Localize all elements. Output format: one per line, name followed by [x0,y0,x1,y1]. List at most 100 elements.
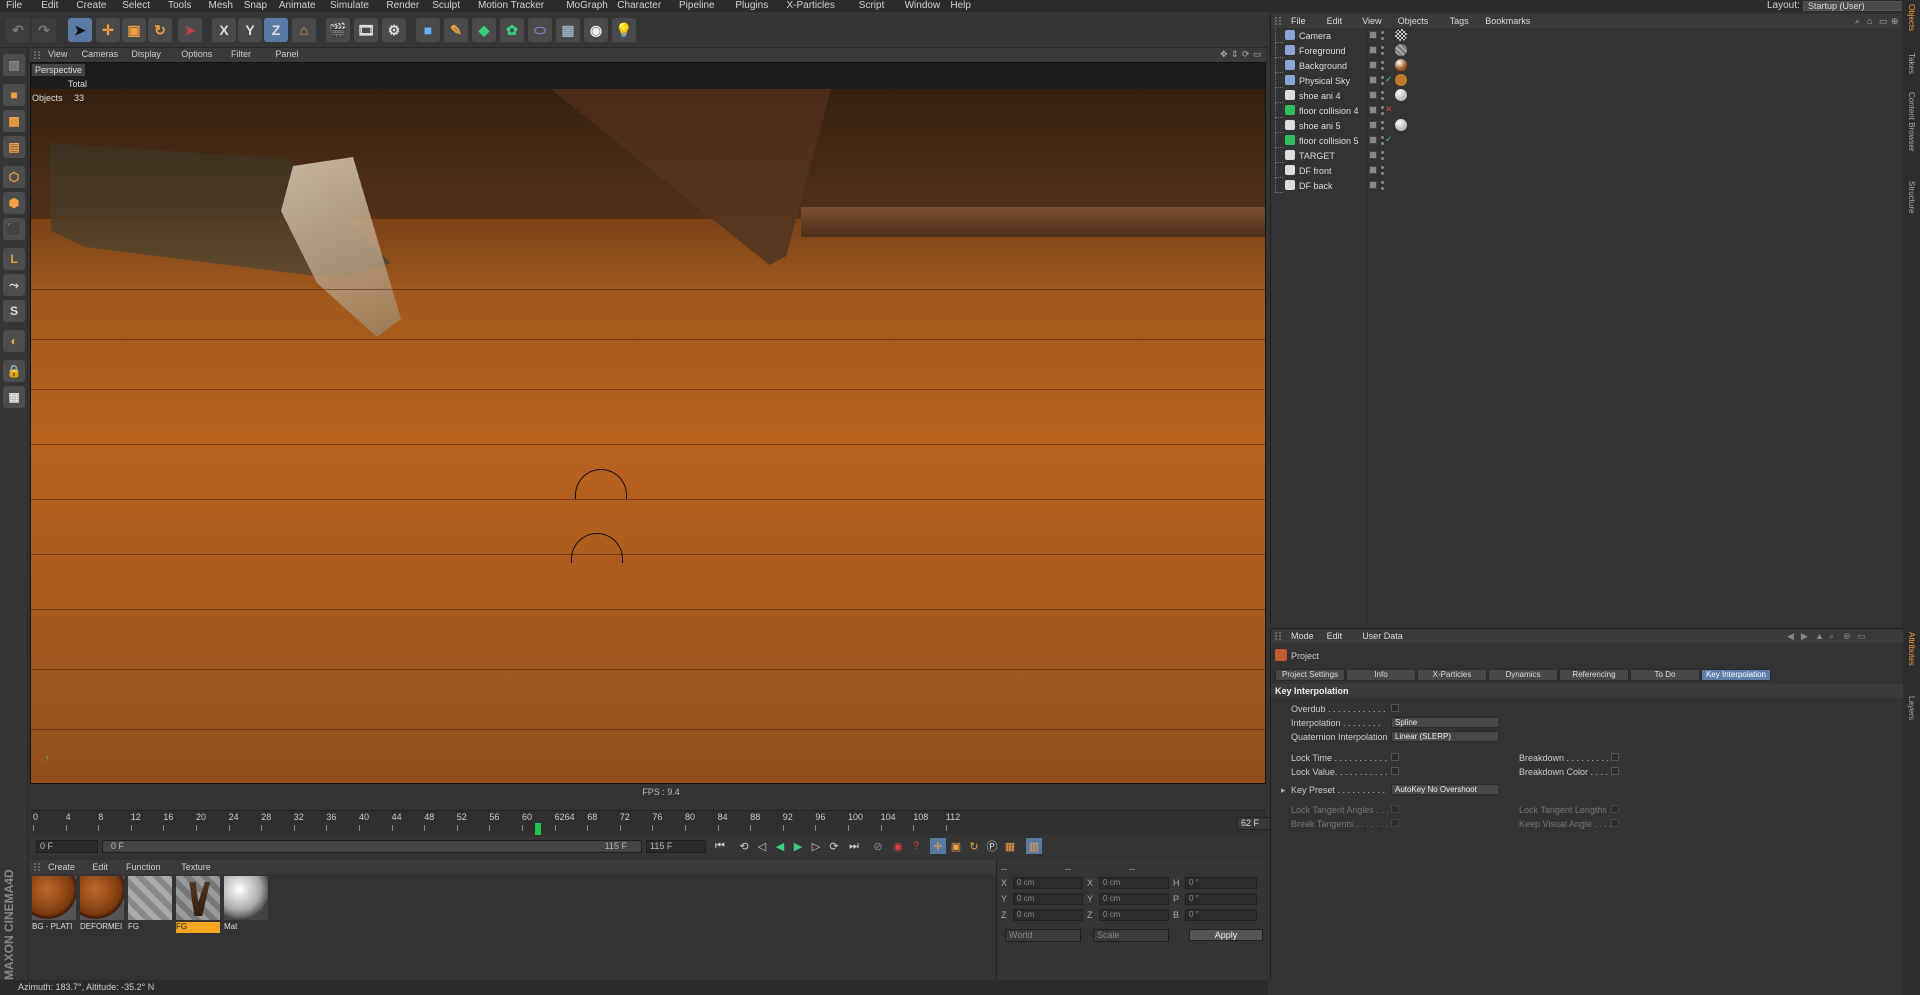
object-menu-objects[interactable]: Objects [1398,16,1429,26]
render-view-icon[interactable]: 🎬 [326,18,350,42]
animation-mode-icon[interactable]: ◐ [3,330,25,352]
object-tag-icon[interactable] [1395,74,1407,86]
object-row[interactable]: shoe ani 5 [1271,118,1903,133]
visibility-dots[interactable] [1381,106,1384,115]
move-view-icon[interactable]: ✥ [1220,49,1228,60]
move-icon[interactable]: ✛ [96,18,120,42]
tab-to-do[interactable]: To Do [1630,669,1700,681]
right-tab-takes[interactable]: Takes [1907,53,1916,74]
menu-item-render[interactable]: Render [386,0,419,12]
live-select-icon[interactable]: ➤ [178,18,202,42]
visibility-dots[interactable] [1381,181,1384,190]
up-icon[interactable]: ▲ [1815,631,1824,641]
play-backwards-icon[interactable]: ◀ [772,838,788,854]
visibility-dots[interactable] [1381,121,1384,130]
menu-item-create[interactable]: Create [76,0,106,12]
object-tag-icon[interactable] [1395,44,1407,56]
object-menu-bookmarks[interactable]: Bookmarks [1485,16,1530,26]
menu-item-plugins[interactable]: Plugins [735,0,768,12]
object-layer-swatch[interactable] [1369,76,1377,84]
rotate-view-icon[interactable]: ⟳ [1242,49,1250,60]
go-to-start-icon[interactable]: ⏮ [712,838,728,854]
right-tab-objects[interactable]: Objects [1907,4,1916,31]
material-menu-edit[interactable]: Edit [92,862,108,872]
enabled-toggle-icon[interactable]: ✓ [1385,134,1393,145]
go-to-end-icon[interactable]: ⏭ [846,838,862,854]
object-layer-swatch[interactable] [1369,151,1377,159]
select-cursor-icon[interactable]: ➤ [68,18,92,42]
lock-tangent-lengths-checkbox[interactable] [1611,805,1619,813]
model-mode-icon[interactable]: ■ [3,84,25,106]
home-icon[interactable]: ⌂ [1867,16,1872,26]
menu-item-snap[interactable]: Snap [244,0,267,12]
scale-icon[interactable]: ▣ [122,18,146,42]
object-layer-swatch[interactable] [1369,166,1377,174]
search-icon[interactable]: ⌕ [1829,631,1834,642]
workplane-icon[interactable]: ▤ [3,136,25,158]
right-tab-content-browser[interactable]: Content Browser [1907,92,1916,152]
object-row[interactable]: Foreground [1271,43,1903,58]
visibility-dots[interactable] [1381,61,1384,70]
menu-item-simulate[interactable]: Simulate [330,0,369,12]
tab-key-interpolation[interactable]: Key Interpolation [1701,669,1771,681]
axis-mode-icon[interactable]: L [3,248,25,270]
cloner-icon[interactable]: ✿ [500,18,524,42]
lock-workplane-icon[interactable]: 🔒 [3,360,25,382]
lock-icon[interactable]: ⊕ [1843,631,1851,642]
object-layer-swatch[interactable] [1369,181,1377,189]
key-position-icon[interactable]: ✛ [930,838,946,854]
tab-referencing[interactable]: Referencing [1559,669,1629,681]
object-menu-file[interactable]: File [1291,16,1306,26]
viewport-menu-options[interactable]: Options [181,49,212,59]
attribute-menu-user-data[interactable]: User Data [1362,631,1403,641]
breakdown-color-checkbox[interactable] [1611,767,1619,775]
viewport-menu-filter[interactable]: Filter [231,49,251,59]
right-tab-attributes[interactable]: Attributes [1907,632,1916,666]
lock-value-checkbox[interactable] [1391,767,1399,775]
object-row[interactable]: Physical Sky ✓ [1271,73,1903,88]
cube-icon[interactable]: ■ [416,18,440,42]
enabled-toggle-icon[interactable]: ✕ [1385,104,1393,115]
right-tab-structure[interactable]: Structure [1907,181,1916,213]
coord-rotation-field[interactable]: 0 ° [1185,893,1257,905]
object-menu-view[interactable]: View [1362,16,1381,26]
coord-size-field[interactable]: 0 cm [1099,877,1169,889]
object-menu-tags[interactable]: Tags [1450,16,1469,26]
next-frame-icon[interactable]: ▷ [808,838,824,854]
texture-mode-icon[interactable]: ▩ [3,110,25,132]
forward-icon[interactable]: ▶ [1801,631,1808,642]
key-parameter-icon[interactable]: Ⓟ [984,838,1000,854]
attribute-menu-mode[interactable]: Mode [1291,631,1314,641]
light-icon[interactable]: 💡 [612,18,636,42]
back-icon[interactable]: ◀ [1787,631,1794,642]
visibility-dots[interactable] [1381,91,1384,100]
menu-item-script[interactable]: Script [859,0,885,12]
tweak-mode-icon[interactable]: ⤳ [3,274,25,296]
key-rotation-icon[interactable]: ↻ [966,838,982,854]
pen-icon[interactable]: ✎ [444,18,468,42]
visibility-dots[interactable] [1381,46,1384,55]
material-menu-create[interactable]: Create [48,862,75,872]
coordinate-system-icon[interactable]: ⌂ [292,18,316,42]
material-swatch[interactable]: BG - PLATI [32,876,76,936]
object-row[interactable]: TARGET [1271,148,1903,163]
visibility-dots[interactable] [1381,76,1384,85]
tab-project-settings[interactable]: Project Settings [1275,669,1345,681]
planar-workplane-icon[interactable]: ▦ [3,386,25,408]
subdivision-icon[interactable]: ◆ [472,18,496,42]
enabled-toggle-icon[interactable]: ✓ [1385,74,1393,85]
lock-tangent-angles-checkbox[interactable] [1391,805,1399,813]
tab-x-particles[interactable]: X-Particles [1417,669,1487,681]
keyframe-selection-icon[interactable]: ? [908,838,924,854]
deformer-icon[interactable]: ⬭ [528,18,552,42]
tab-dynamics[interactable]: Dynamics [1488,669,1558,681]
next-key-icon[interactable]: ⟳ [826,838,842,854]
menu-item-animate[interactable]: Animate [279,0,316,12]
coord-position-field[interactable]: 0 cm [1013,893,1083,905]
camera-icon[interactable]: ◉ [584,18,608,42]
render-settings-icon[interactable]: ⚙ [382,18,406,42]
visibility-dots[interactable] [1381,31,1384,40]
play-forwards-icon[interactable]: ▶ [790,838,806,854]
coord-position-field[interactable]: 0 cm [1013,909,1083,921]
material-swatch[interactable]: FG [128,876,172,936]
